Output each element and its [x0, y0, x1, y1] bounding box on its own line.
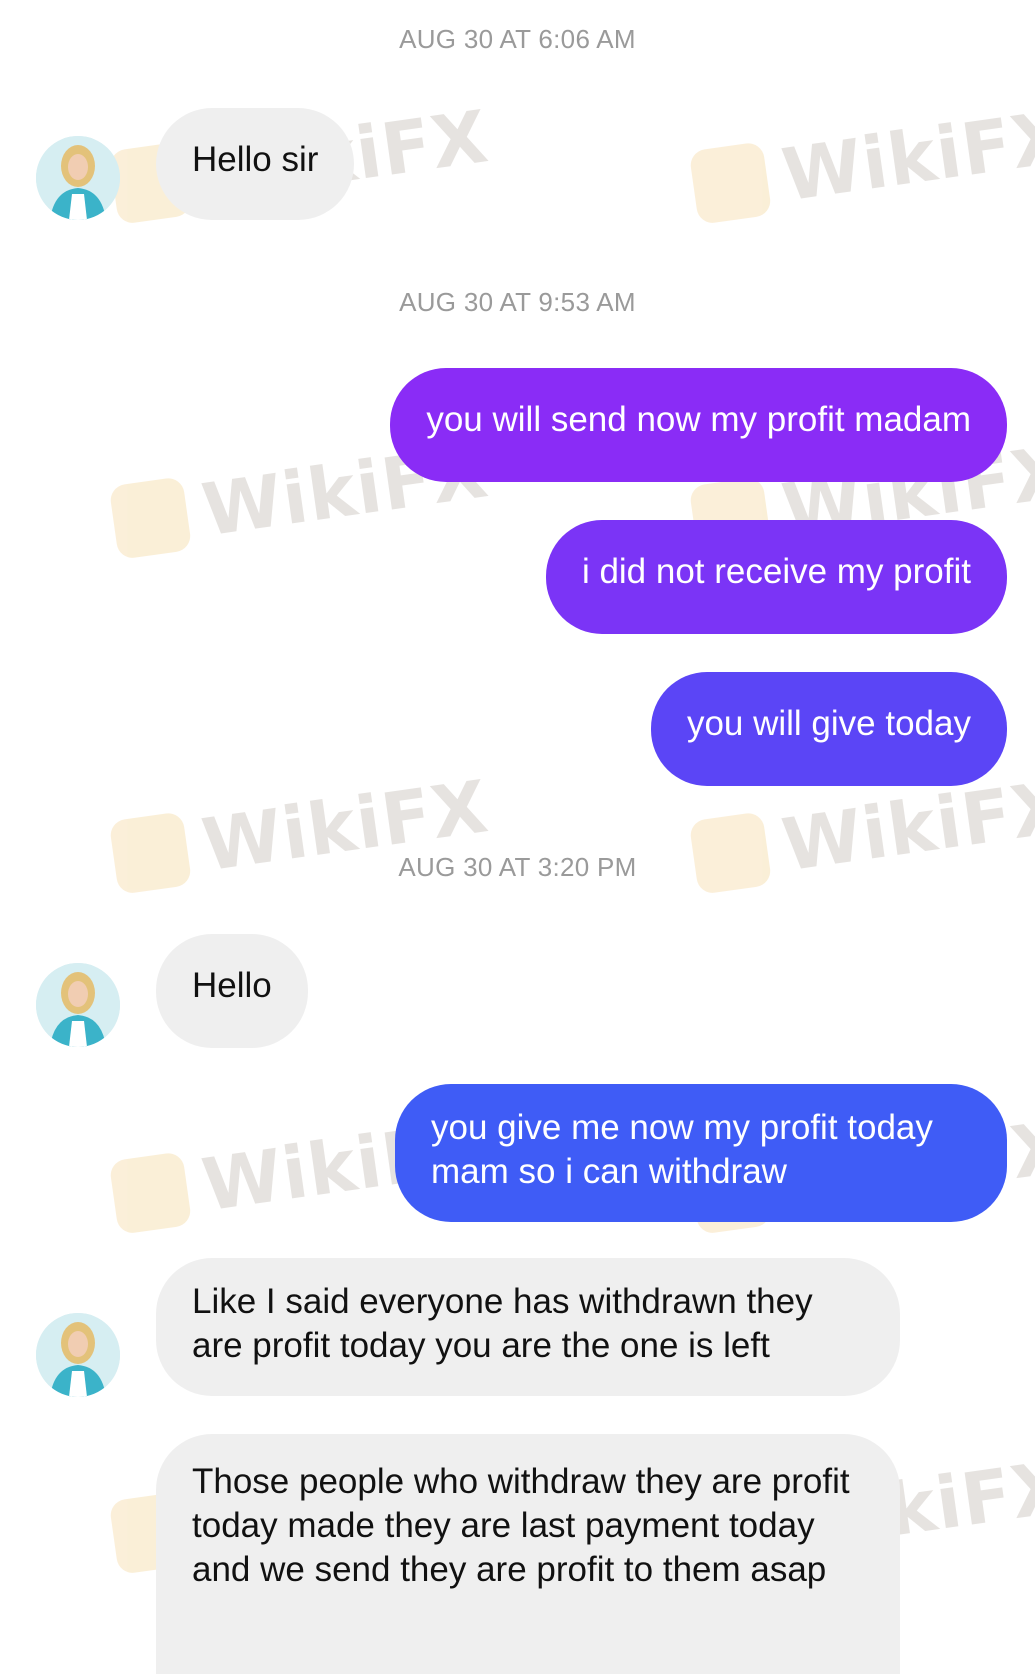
message-text: Hello sir	[192, 140, 319, 179]
contact-photo-icon	[36, 1313, 120, 1397]
contact-avatar[interactable]	[36, 136, 120, 220]
watermark-logo: WikiFX	[688, 94, 1035, 230]
contact-photo-icon	[36, 963, 120, 1047]
wikifx-badge-icon	[108, 1151, 193, 1235]
message-text: you will give today	[686, 704, 971, 743]
wikifx-badge-icon	[108, 476, 193, 560]
contact-avatar[interactable]	[36, 1313, 120, 1397]
incoming-message[interactable]: Those people who withdraw they are profi…	[156, 1434, 900, 1674]
outgoing-message[interactable]: i did not receive my profit	[545, 520, 1007, 634]
outgoing-message[interactable]: you give me now my profit today mam so i…	[395, 1084, 1007, 1222]
timestamp: AUG 30 AT 3:20 PM	[398, 852, 637, 882]
message-text: Those people who withdraw they are profi…	[192, 1462, 850, 1589]
incoming-message[interactable]: Hello sir	[156, 108, 355, 220]
timestamp: AUG 30 AT 9:53 AM	[399, 287, 636, 317]
incoming-message[interactable]: Like I said everyone has withdrawn they …	[156, 1258, 900, 1396]
contact-avatar[interactable]	[36, 963, 120, 1047]
message-text: Like I said everyone has withdrawn they …	[192, 1282, 813, 1365]
message-text: i did not receive my profit	[581, 552, 971, 591]
outgoing-message[interactable]: you will give today	[650, 672, 1007, 786]
watermark-text: WikiFX	[777, 94, 1035, 218]
message-text: you will send now my profit madam	[426, 400, 971, 439]
contact-photo-icon	[36, 136, 120, 220]
wikifx-badge-icon	[688, 141, 773, 225]
timestamp: AUG 30 AT 6:06 AM	[399, 24, 636, 54]
message-text: you give me now my profit today mam so i…	[431, 1108, 933, 1191]
incoming-message[interactable]: Hello	[156, 934, 308, 1048]
message-text: Hello	[192, 966, 272, 1005]
outgoing-message[interactable]: you will send now my profit madam	[390, 368, 1007, 482]
